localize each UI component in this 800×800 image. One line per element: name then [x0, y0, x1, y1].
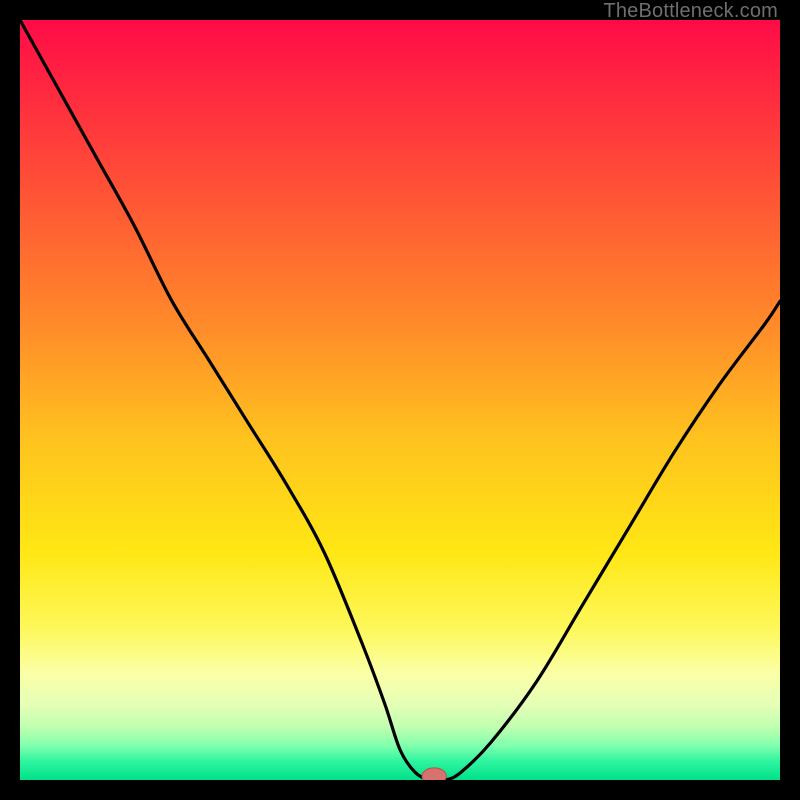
chart-svg: [20, 20, 780, 780]
gradient-background: [20, 20, 780, 780]
chart-frame: TheBottleneck.com: [0, 0, 800, 800]
optimal-point-marker: [422, 768, 446, 780]
plot-area: [20, 20, 780, 780]
